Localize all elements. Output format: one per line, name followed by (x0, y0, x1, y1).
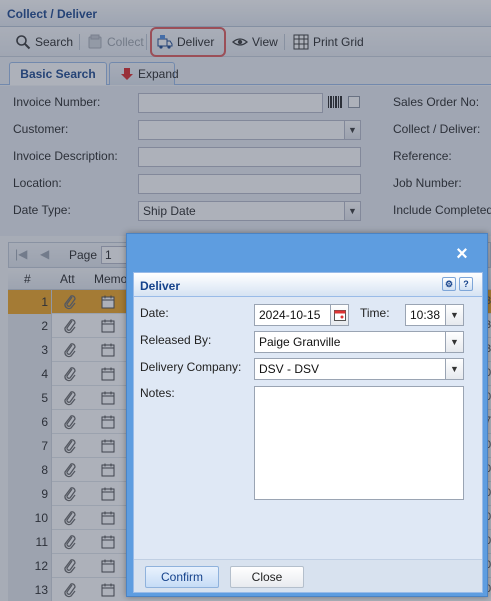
panel-title: Deliver (140, 279, 181, 293)
delivery-company-label: Delivery Company: (140, 360, 242, 374)
close-button[interactable]: Close (230, 566, 304, 588)
released-by-select[interactable]: Paige Granville ▼ (254, 331, 464, 353)
gear-icon[interactable]: ⚙ (442, 277, 456, 291)
chevron-down-icon[interactable]: ▼ (445, 359, 463, 379)
confirm-button-label: Confirm (160, 570, 203, 584)
time-label: Time: (360, 306, 390, 320)
date-value: 2024-10-15 (259, 308, 321, 322)
chevron-down-icon[interactable]: ▼ (445, 305, 463, 325)
close-button-label: Close (251, 570, 283, 584)
close-icon[interactable]: × (453, 244, 471, 264)
chevron-down-icon[interactable]: ▼ (445, 332, 463, 352)
date-field[interactable]: 2024-10-15 (254, 304, 349, 326)
released-by-label: Released By: (140, 333, 212, 347)
panel-footer: Confirm Close (134, 559, 482, 592)
notes-label: Notes: (140, 386, 175, 400)
delivery-company-select[interactable]: DSV - DSV ▼ (254, 358, 464, 380)
date-label: Date: (140, 306, 169, 320)
notes-textarea[interactable] (254, 386, 464, 500)
time-select[interactable]: 10:38 ▼ (405, 304, 464, 326)
confirm-button[interactable]: Confirm (145, 566, 219, 588)
released-by-value: Paige Granville (259, 335, 341, 349)
calendar-icon[interactable] (330, 305, 348, 325)
help-icon[interactable]: ? (459, 277, 473, 291)
panel-header: Deliver ⚙ ? (134, 273, 482, 297)
deliver-modal: × Deliver ⚙ ? Date: 2024-10-15 Time: 10:… (126, 233, 488, 597)
panel-body: Date: 2024-10-15 Time: 10:38 ▼ Released … (134, 297, 482, 559)
time-value: 10:38 (410, 308, 441, 322)
deliver-panel: Deliver ⚙ ? Date: 2024-10-15 Time: 10:38… (133, 272, 483, 593)
delivery-company-value: DSV - DSV (259, 362, 320, 376)
